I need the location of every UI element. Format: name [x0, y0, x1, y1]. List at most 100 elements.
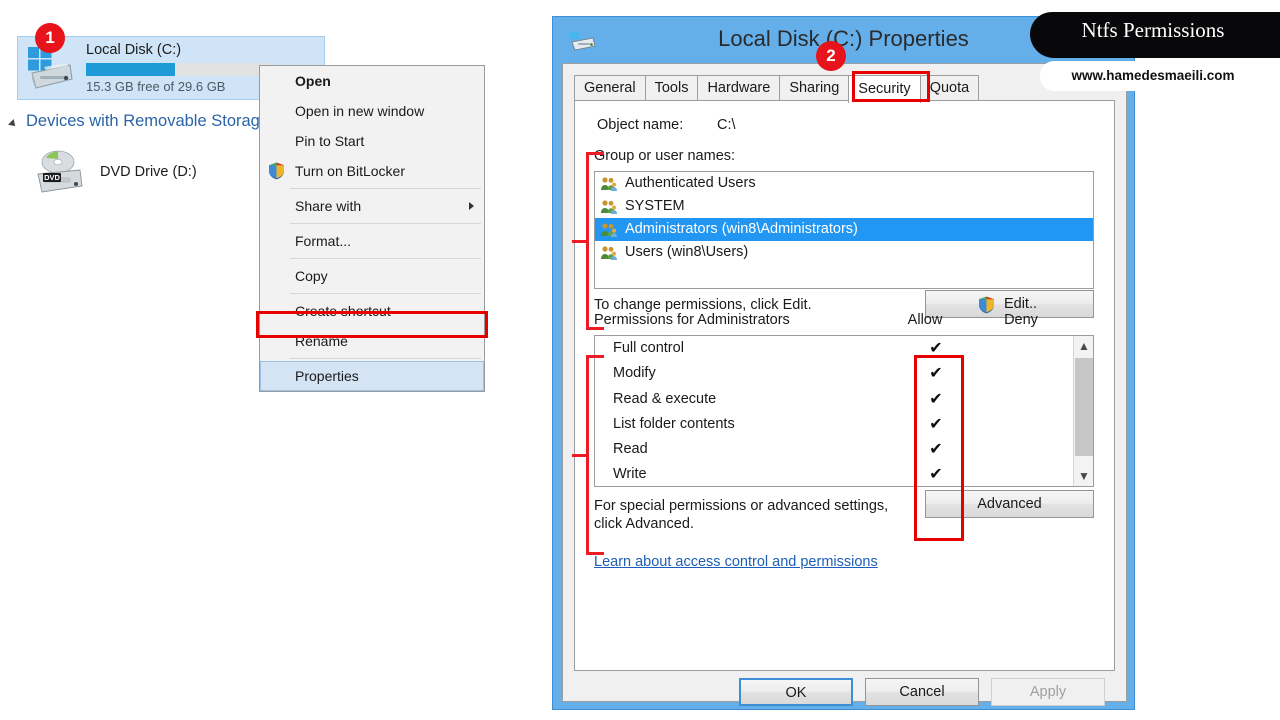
permission-allow-checkmark-icon[interactable]: ✔ — [926, 412, 946, 437]
permission-row: Read & execute ✔ — [595, 387, 1093, 412]
shield-icon — [979, 296, 994, 314]
permission-row: Read ✔ — [595, 437, 1093, 462]
group-user-list-item[interactable]: SYSTEM — [595, 195, 1093, 218]
permission-row: List folder contents ✔ — [595, 412, 1093, 437]
edit-button-label: Edit.. — [1003, 296, 1038, 312]
context-menu-item-share-with[interactable]: Share with — [260, 191, 484, 221]
group-user-name: Administrators (win8\Administrators) — [625, 221, 858, 237]
permission-name: Full control — [613, 340, 684, 356]
svg-text:DVD: DVD — [44, 173, 60, 182]
context-menu-separator — [263, 223, 481, 224]
step-badge-2: 2 — [816, 41, 846, 71]
tab-label: Tools — [654, 80, 689, 96]
permission-name: Modify — [613, 365, 656, 382]
dialog-tabstrip[interactable]: General Tools Hardware Sharing Security Quota — [574, 75, 980, 103]
context-menu-item-label: Pin to Start — [295, 133, 365, 149]
dvd-drive-row[interactable]: DVD DVD Drive (D:) — [34, 148, 274, 200]
local-disk-properties-window: Local Disk (C:) Properties General Tools H… — [552, 16, 1135, 710]
context-menu-item-label: Create shortcut — [295, 303, 391, 319]
permission-allow-checkmark-icon[interactable]: ✔ — [926, 387, 946, 412]
apply-button: Apply — [991, 678, 1105, 706]
group-user-name: SYSTEM — [625, 198, 685, 214]
tab-security[interactable]: Security — [848, 75, 921, 103]
column-header-deny: Deny — [1004, 312, 1038, 328]
tab-label: Hardware — [707, 80, 771, 96]
context-menu-item-format[interactable]: Format... — [260, 226, 484, 256]
tab-general[interactable]: General — [574, 75, 646, 101]
advanced-button[interactable]: Advanced — [925, 490, 1094, 518]
tab-sharing[interactable]: Sharing — [779, 75, 850, 101]
object-name-label: Object name: — [597, 117, 684, 133]
section-header-removable-storage: Devices with Removable Storage — [26, 112, 270, 130]
context-menu-separator — [263, 293, 481, 294]
scrollbar-thumb[interactable] — [1075, 358, 1093, 456]
permission-name: Read & execute — [613, 390, 717, 407]
context-menu-item-label: Share with — [295, 198, 362, 214]
permission-name: Read — [613, 441, 648, 458]
drive-free-space-text: 15.3 GB free of 29.6 GB — [86, 79, 226, 94]
security-tab-page: Object name: C:\ Group or user names: Au… — [574, 100, 1115, 671]
permission-allow-checkmark-icon[interactable]: ✔ — [926, 336, 946, 361]
cancel-button-label: Cancel — [899, 684, 945, 700]
shield-icon — [269, 162, 284, 180]
dialog-body: General Tools Hardware Sharing Security Quota… — [562, 63, 1127, 706]
context-menu-item-label: Properties — [295, 368, 359, 384]
context-menu-item-properties[interactable]: Properties — [260, 361, 484, 391]
context-menu-item-label: Copy — [295, 268, 328, 284]
group-user-list-item[interactable]: Users (win8\Users) — [595, 241, 1093, 264]
cancel-button[interactable]: Cancel — [865, 678, 979, 706]
context-menu-item-turn-on-bitlocker[interactable]: Turn on BitLocker — [260, 156, 484, 186]
drive-context-menu[interactable]: Open Open in new window Pin to Start Turn o… — [259, 65, 485, 392]
users-group-icon — [601, 223, 617, 237]
users-group-icon — [601, 246, 617, 260]
permission-allow-checkmark-icon[interactable]: ✔ — [926, 361, 946, 386]
chevron-right-icon — [469, 202, 474, 210]
permission-allow-checkmark-icon[interactable]: ✔ — [926, 462, 946, 486]
context-menu-item-label: Rename — [295, 333, 348, 349]
users-group-icon — [601, 200, 617, 214]
apply-button-label: Apply — [1029, 684, 1067, 700]
permission-name: Write — [613, 466, 647, 483]
section-collapse-caret-icon[interactable] — [8, 119, 18, 129]
tab-label: General — [584, 80, 636, 96]
object-name-value: C:\ — [717, 117, 736, 133]
drive-title: Local Disk (C:) — [86, 42, 182, 58]
permissions-scrollbar[interactable]: ▲ ▼ — [1073, 336, 1093, 486]
advanced-button-label: Advanced — [977, 496, 1042, 512]
group-or-user-names-listbox[interactable]: Authenticated Users SYSTEM Administrators … — [594, 171, 1094, 289]
permissions-listbox[interactable]: Full control ✔ Modify ✔ Read & execute ✔ List … — [594, 335, 1094, 487]
watermark-title: Ntfs Permissions — [1081, 18, 1225, 42]
context-menu-item-open-in-new-window[interactable]: Open in new window — [260, 96, 484, 126]
group-user-list-item[interactable]: Administrators (win8\Administrators) — [595, 218, 1093, 241]
context-menu-item-rename[interactable]: Rename — [260, 326, 484, 356]
tab-label: Security — [858, 81, 911, 97]
group-user-name: Users (win8\Users) — [625, 244, 749, 260]
permission-name: List folder contents — [613, 415, 735, 432]
watermark-url: www.hamedesmaeili.com — [1071, 68, 1235, 83]
dvd-drive-icon: DVD — [37, 150, 83, 193]
tab-hardware[interactable]: Hardware — [697, 75, 781, 101]
edit-hint-text: To change permissions, click Edit. — [594, 297, 812, 313]
dvd-drive-label: DVD Drive (D:) — [100, 164, 197, 180]
context-menu-item-pin-to-start[interactable]: Pin to Start — [260, 126, 484, 156]
step-badge-1: 1 — [35, 23, 65, 53]
learn-about-access-control-link[interactable]: Learn about access control and permissio… — [594, 554, 878, 570]
tab-quota[interactable]: Quota — [919, 75, 980, 101]
context-menu-item-label: Open in new window — [295, 103, 425, 119]
group-user-list-item[interactable]: Authenticated Users — [595, 172, 1093, 195]
context-menu-item-label: Turn on BitLocker — [295, 163, 405, 179]
tab-tools[interactable]: Tools — [644, 75, 699, 101]
context-menu-item-open[interactable]: Open — [260, 66, 484, 96]
permission-allow-checkmark-icon[interactable]: ✔ — [926, 437, 946, 462]
context-menu-separator — [263, 358, 481, 359]
permissions-for-label: Permissions for Administrators — [594, 312, 790, 328]
advanced-hint-line1: For special permissions or advanced sett… — [594, 498, 889, 514]
tab-label: Sharing — [789, 80, 840, 96]
tab-label: Quota — [929, 80, 970, 96]
scroll-up-icon[interactable]: ▲ — [1074, 336, 1093, 356]
context-menu-item-create-shortcut[interactable]: Create shortcut — [260, 296, 484, 326]
scroll-down-icon[interactable]: ▼ — [1074, 466, 1093, 486]
ok-button[interactable]: OK — [739, 678, 853, 706]
drive-usage-bar — [86, 63, 272, 76]
context-menu-item-copy[interactable]: Copy — [260, 261, 484, 291]
